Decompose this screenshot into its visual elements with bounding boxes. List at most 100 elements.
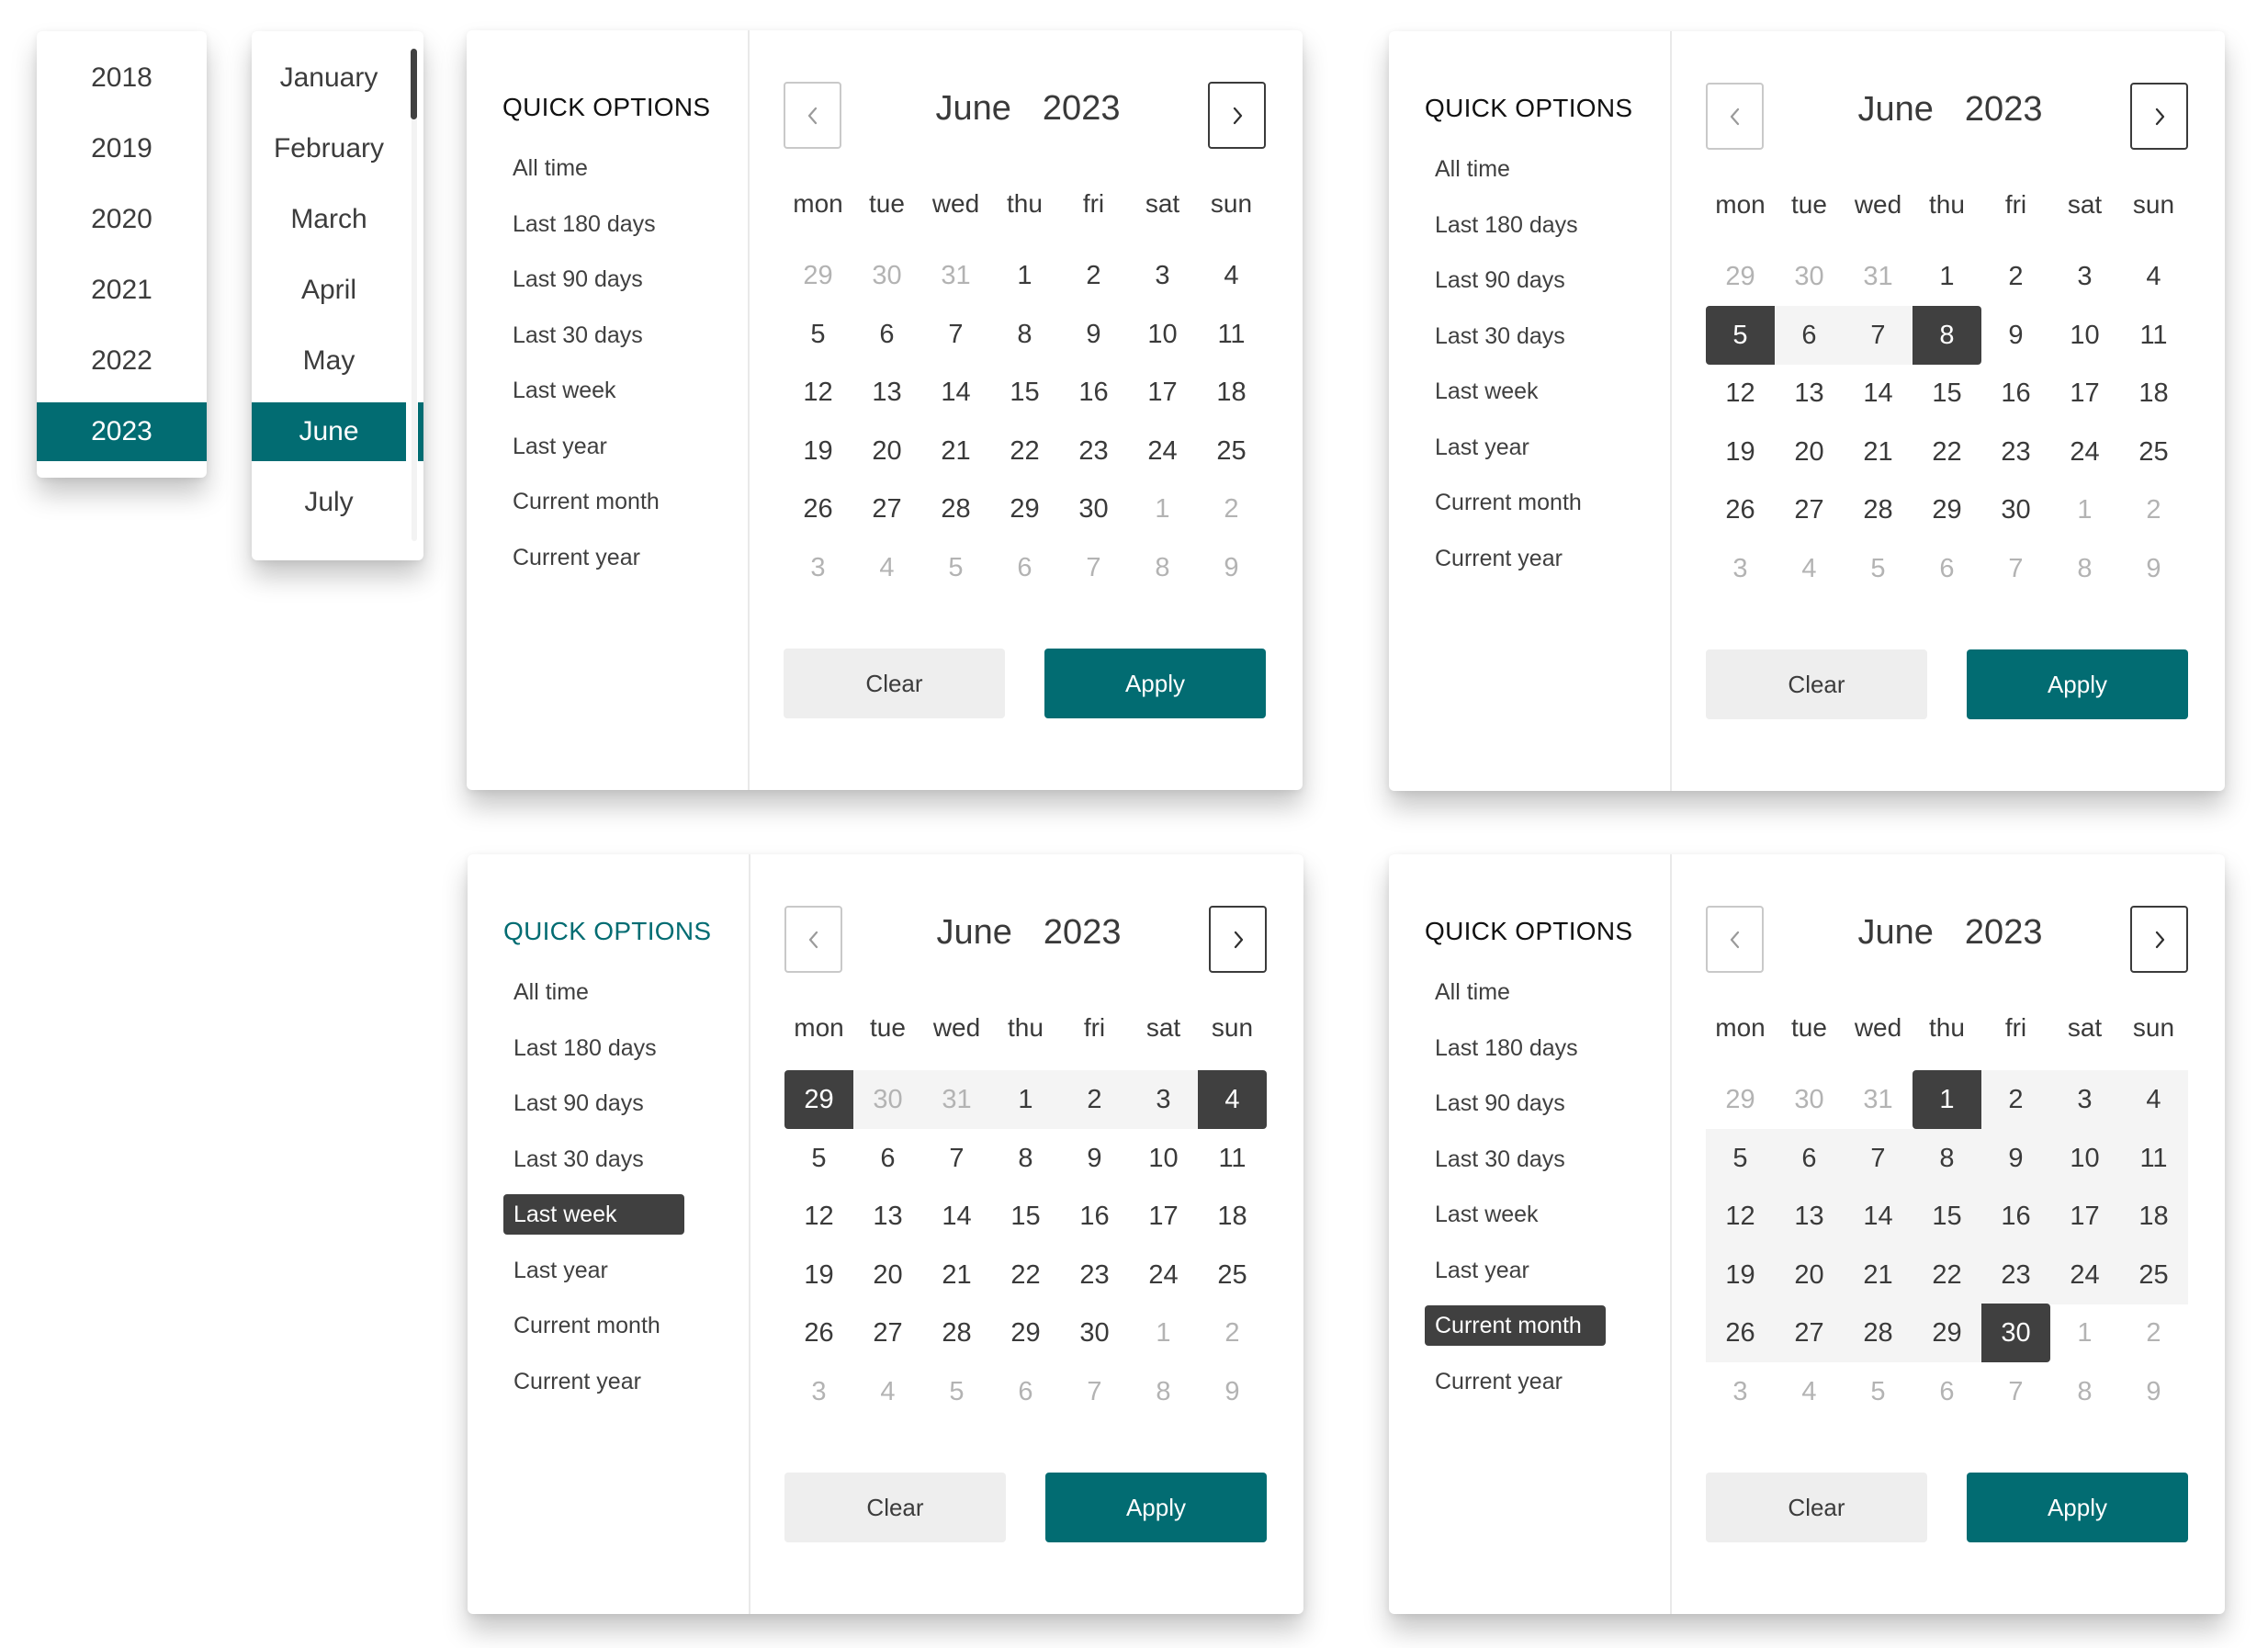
day-cell[interactable]: 8: [990, 305, 1059, 364]
day-cell[interactable]: 9: [1197, 538, 1266, 597]
year-option[interactable]: 2019: [37, 119, 207, 178]
clear-button[interactable]: Clear: [1706, 1473, 1927, 1542]
year-option[interactable]: 2022: [37, 332, 207, 390]
day-cell[interactable]: 22: [990, 422, 1059, 480]
day-cell[interactable]: 3: [1706, 1362, 1775, 1421]
day-cell[interactable]: 2: [2119, 1304, 2188, 1362]
day-cell[interactable]: 8: [1128, 538, 1197, 597]
quick-option-current-year[interactable]: Current year: [1425, 538, 1606, 579]
day-cell[interactable]: 22: [1913, 423, 1981, 481]
day-cell[interactable]: 3: [1706, 539, 1775, 598]
day-cell[interactable]: 26: [1706, 480, 1775, 539]
quick-option-last-180-days[interactable]: Last 180 days: [1425, 205, 1606, 245]
day-cell[interactable]: 20: [852, 422, 921, 480]
day-cell[interactable]: 30: [1981, 480, 2050, 539]
day-cell[interactable]: 25: [1198, 1246, 1267, 1304]
day-cell[interactable]: 2: [1198, 1304, 1267, 1362]
day-cell[interactable]: 4: [852, 538, 921, 597]
day-cell[interactable]: 13: [1775, 1187, 1844, 1246]
day-cell[interactable]: 8: [2050, 1362, 2119, 1421]
day-cell[interactable]: 26: [784, 480, 852, 538]
day-cell[interactable]: 5: [784, 1129, 853, 1188]
quick-option-last-year[interactable]: Last year: [503, 1250, 684, 1291]
year-label[interactable]: 2023: [1965, 913, 2043, 952]
day-cell[interactable]: 10: [1128, 305, 1197, 364]
quick-option-last-year[interactable]: Last year: [1425, 1250, 1606, 1291]
day-cell[interactable]: 13: [853, 1187, 922, 1246]
day-cell[interactable]: 24: [1128, 422, 1197, 480]
day-cell[interactable]: 9: [1060, 1129, 1129, 1188]
month-list-scrollbar-track[interactable]: [412, 49, 417, 541]
day-cell[interactable]: 12: [784, 1187, 853, 1246]
day-cell-selected[interactable]: 8: [1913, 305, 1981, 365]
day-cell[interactable]: 13: [852, 363, 921, 422]
quick-option-last-90-days[interactable]: Last 90 days: [502, 259, 683, 299]
day-cell[interactable]: 4: [1197, 246, 1266, 305]
year-list[interactable]: 2018 2019 2020 2021 2022 2023: [37, 31, 207, 478]
day-cell[interactable]: 15: [991, 1187, 1060, 1246]
day-cell[interactable]: 6: [853, 1129, 922, 1188]
day-cell[interactable]: 7: [1060, 1362, 1129, 1421]
day-cell[interactable]: 21: [1844, 423, 1913, 481]
quick-option-last-30-days[interactable]: Last 30 days: [1425, 1139, 1606, 1180]
day-cell[interactable]: 16: [1981, 1187, 2050, 1246]
day-cell[interactable]: 18: [1197, 363, 1266, 422]
day-cell[interactable]: 9: [1981, 1128, 2050, 1188]
quick-option-current-year[interactable]: Current year: [502, 537, 683, 578]
year-label[interactable]: 2023: [1965, 90, 2043, 129]
day-cell[interactable]: 17: [1128, 363, 1197, 422]
year-label[interactable]: 2023: [1044, 913, 1122, 952]
year-option[interactable]: 2020: [37, 190, 207, 249]
day-cell[interactable]: 1: [991, 1070, 1060, 1129]
day-cell[interactable]: 10: [1129, 1129, 1198, 1188]
day-cell[interactable]: 7: [1844, 305, 1913, 365]
day-cell[interactable]: 24: [2050, 1245, 2119, 1304]
day-cell[interactable]: 20: [1775, 423, 1844, 481]
day-cell[interactable]: 2: [2119, 480, 2188, 539]
previous-month-button[interactable]: [784, 82, 841, 149]
day-cell[interactable]: 27: [1775, 1304, 1844, 1362]
day-cell[interactable]: 16: [1059, 363, 1128, 422]
day-cell[interactable]: 28: [921, 480, 990, 538]
day-cell-selected[interactable]: 4: [1198, 1070, 1267, 1129]
day-cell[interactable]: 5: [921, 538, 990, 597]
day-cell[interactable]: 18: [2119, 364, 2188, 423]
day-cell[interactable]: 14: [1844, 1187, 1913, 1246]
quick-option-current-month[interactable]: Current month: [1425, 1305, 1606, 1346]
day-cell[interactable]: 3: [2050, 247, 2119, 306]
day-cell[interactable]: 9: [1981, 306, 2050, 365]
day-cell[interactable]: 6: [990, 538, 1059, 597]
day-cell[interactable]: 14: [921, 363, 990, 422]
day-cell[interactable]: 4: [2119, 1070, 2188, 1129]
day-cell[interactable]: 1: [1129, 1304, 1198, 1362]
day-cell[interactable]: 2: [1060, 1070, 1129, 1129]
day-cell[interactable]: 31: [922, 1070, 991, 1129]
day-cell[interactable]: 7: [922, 1129, 991, 1188]
day-cell[interactable]: 27: [852, 480, 921, 538]
apply-button[interactable]: Apply: [1045, 1473, 1267, 1542]
day-cell[interactable]: 11: [2119, 1128, 2188, 1188]
day-cell[interactable]: 6: [1913, 1362, 1981, 1421]
day-cell[interactable]: 18: [2119, 1187, 2188, 1246]
day-cell[interactable]: 29: [990, 480, 1059, 538]
quick-option-last-week[interactable]: Last week: [503, 1194, 684, 1235]
day-cell[interactable]: 9: [1198, 1362, 1267, 1421]
day-cell[interactable]: 1: [2050, 480, 2119, 539]
quick-option-last-week[interactable]: Last week: [1425, 1194, 1606, 1235]
next-month-button[interactable]: [1209, 906, 1267, 973]
clear-button[interactable]: Clear: [784, 649, 1005, 718]
day-cell[interactable]: 3: [1128, 246, 1197, 305]
month-label[interactable]: June: [1858, 913, 1934, 952]
day-cell[interactable]: 25: [1197, 422, 1266, 480]
quick-option-last-90-days[interactable]: Last 90 days: [1425, 1083, 1606, 1123]
day-cell[interactable]: 8: [991, 1129, 1060, 1188]
day-cell[interactable]: 1: [1128, 480, 1197, 538]
year-option[interactable]: 2018: [37, 49, 207, 107]
day-cell[interactable]: 29: [1706, 247, 1775, 306]
day-cell[interactable]: 11: [2119, 306, 2188, 365]
day-cell[interactable]: 4: [853, 1362, 922, 1421]
day-cell[interactable]: 6: [991, 1362, 1060, 1421]
next-month-button[interactable]: [1208, 82, 1266, 149]
month-option[interactable]: July: [252, 473, 406, 532]
day-cell[interactable]: 7: [1059, 538, 1128, 597]
